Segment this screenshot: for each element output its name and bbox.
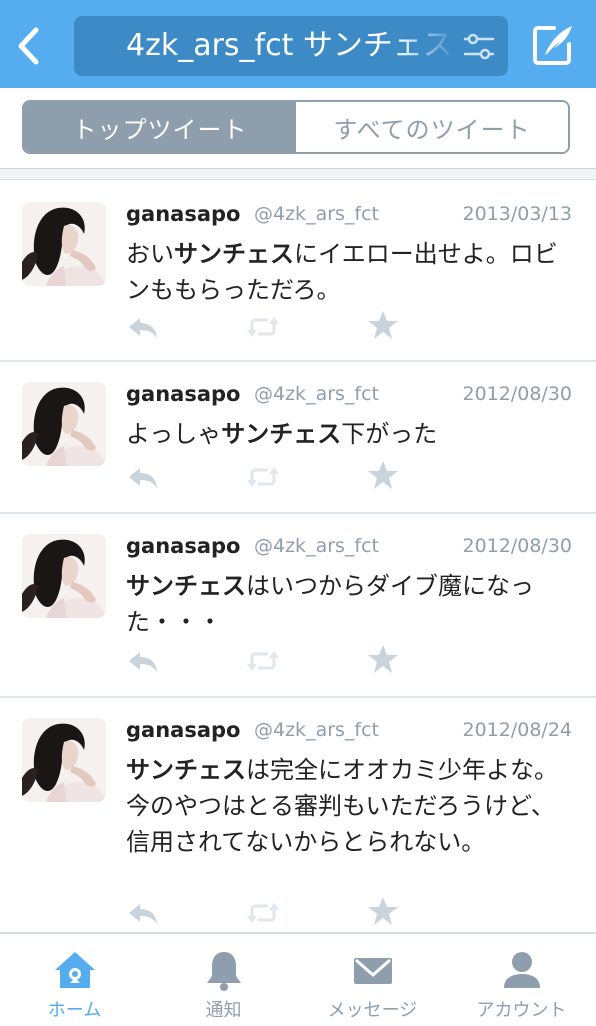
tab-top-tweets[interactable]: トップツイート [24,102,296,152]
filter-button[interactable] [462,30,496,64]
retweet-icon[interactable] [246,312,280,342]
tab-notifications[interactable]: 通知 [149,934,298,1026]
tweet-author-handle: @4zk_ars_fct [254,383,380,405]
compose-tweet-button[interactable] [530,22,576,68]
tweet-date: 2012/08/30 [462,535,572,557]
favorite-star-icon[interactable] [366,644,400,674]
envelope-icon [353,958,392,984]
tweet-author-handle: @4zk_ars_fct [254,535,380,557]
tweet-item[interactable]: ganasapo @4zk_ars_fct 2013/03/13 おいサンチェス… [0,182,596,362]
home-icon [54,952,95,988]
tweet-author-handle: @4zk_ars_fct [254,203,380,225]
reply-icon[interactable] [126,646,160,676]
search-highlight: サンチェス [174,240,294,268]
reply-icon[interactable] [126,462,160,492]
retweet-icon[interactable] [246,898,280,928]
avatar[interactable] [22,382,106,466]
filter-sliders-icon [463,33,495,60]
tab-account[interactable]: アカウント [447,934,596,1026]
tab-messages-label: メッセージ [327,1000,418,1021]
tweet-item[interactable]: ganasapo @4zk_ars_fct 2012/08/30 サンチェスはい… [0,514,596,698]
tab-home-label: ホーム [47,1000,102,1021]
tweet-author-handle: @4zk_ars_fct [254,719,380,741]
search-highlight: サンチェス [126,756,246,784]
bottom-tab-bar: ホーム 通知 メッセージ アカウント [0,932,596,1024]
tweet-filter-area: トップツイート すべてのツイート [0,88,596,170]
tab-account-label: アカウント [476,1000,567,1021]
retweet-icon[interactable] [246,646,280,676]
compose-tweet-icon [533,26,572,65]
avatar[interactable] [22,718,106,802]
avatar[interactable] [22,534,106,618]
avatar[interactable] [22,202,106,286]
favorite-star-icon[interactable] [366,896,400,926]
top-navigation-bar: 4zk_ars_fct サンチェス [0,0,596,88]
reply-icon[interactable] [126,312,160,342]
tab-home[interactable]: ホーム [0,934,149,1026]
tweet-text: サンチェスは完全にオオカミ少年よな。今のやつはとる審判もいただろうけど、信用され… [126,756,558,856]
retweet-icon[interactable] [246,462,280,492]
tab-notifications-label: 通知 [205,1000,242,1021]
person-icon [503,952,540,988]
tweet-date: 2012/08/30 [462,383,572,405]
tweet-filter-segmented-control: トップツイート すべてのツイート [22,100,570,154]
tweet-item[interactable]: ganasapo @4zk_ars_fct 2012/08/24 サンチェスは完… [0,698,596,934]
reply-icon[interactable] [126,898,160,928]
bell-icon [206,952,241,991]
tweet-date: 2012/08/24 [462,719,572,741]
tweet-author-name[interactable]: ganasapo [126,382,240,406]
favorite-star-icon[interactable] [366,460,400,490]
tab-messages[interactable]: メッセージ [298,934,447,1026]
back-button[interactable] [8,18,48,74]
tweet-item[interactable]: ganasapo @4zk_ars_fct 2012/08/30 よっしゃサンチ… [0,362,596,514]
search-query-text: 4zk_ars_fct サンチェス [126,28,453,63]
tweet-author-name[interactable]: ganasapo [126,534,240,558]
tweet-author-name[interactable]: ganasapo [126,718,240,742]
tweet-date: 2013/03/13 [462,203,572,225]
section-divider [0,168,596,180]
tab-all-tweets[interactable]: すべてのツイート [296,102,568,152]
search-highlight: サンチェス [126,572,246,600]
favorite-star-icon[interactable] [366,310,400,340]
search-field[interactable]: 4zk_ars_fct サンチェス [74,16,508,76]
chevron-left-icon [18,27,39,65]
tweet-author-name[interactable]: ganasapo [126,202,240,226]
tweet-text: よっしゃサンチェス下がった [126,420,438,448]
tweet-text: おいサンチェスにイエロー出せよ。ロビンももらっただろ。 [126,240,558,304]
search-highlight: サンチェス [221,420,342,448]
tweet-text: サンチェスはいつからダイブ魔になった・・・ [126,572,534,636]
